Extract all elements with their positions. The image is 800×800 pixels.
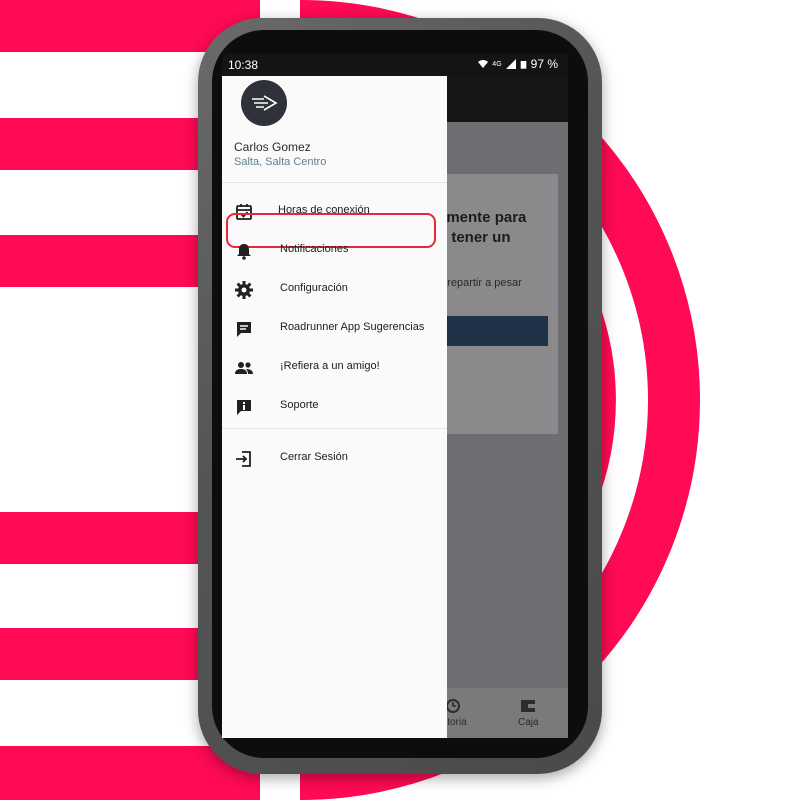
menu-item-refiera-amigo[interactable]: ¡Refiera a un amigo! xyxy=(222,350,447,386)
wallet-icon xyxy=(521,700,536,712)
navigation-drawer: Carlos Gomez Salta, Salta Centro Horas d… xyxy=(222,76,447,738)
menu-item-soporte[interactable]: Soporte xyxy=(222,389,447,425)
nav-label-caja: Caja xyxy=(518,717,539,728)
divider xyxy=(222,182,447,183)
signal-icon xyxy=(505,59,516,69)
roadrunner-logo-icon xyxy=(252,95,278,111)
background-button xyxy=(438,316,548,346)
status-bar: 10:38 4G 97 % xyxy=(222,54,568,76)
battery-icon xyxy=(520,60,526,69)
gear-icon xyxy=(235,281,253,299)
info-icon xyxy=(237,400,251,415)
phone-screen: 10:38 4G 97 % amente para o tener un a r… xyxy=(222,54,568,738)
logout-icon xyxy=(236,451,251,467)
menu-label: Cerrar Sesión xyxy=(280,451,348,463)
background-headline: amente para o tener un xyxy=(438,208,568,248)
feedback-icon xyxy=(237,322,251,337)
menu-label: Configuración xyxy=(280,282,348,294)
menu-label: ¡Refiera a un amigo! xyxy=(280,360,380,372)
menu-item-sugerencias[interactable]: Roadrunner App Sugerencias xyxy=(222,311,447,347)
avatar[interactable] xyxy=(241,80,287,126)
menu-item-notificaciones[interactable]: Notificaciones xyxy=(222,233,447,269)
wifi-icon xyxy=(478,60,489,68)
history-icon xyxy=(446,699,461,713)
people-icon xyxy=(235,362,253,374)
menu-label: Notificaciones xyxy=(280,243,349,255)
background-subtext: a repartir a pesar xyxy=(438,277,522,289)
profile-name: Carlos Gomez xyxy=(234,140,311,154)
profile-location: Salta, Salta Centro xyxy=(234,156,327,168)
background-headline-line1: amente para xyxy=(438,209,527,226)
battery-level: 97 % xyxy=(530,57,558,71)
network-type: 4G xyxy=(492,60,502,68)
background-headline-line2: o tener un xyxy=(438,229,511,246)
nav-item-caja[interactable]: Caja xyxy=(518,698,539,728)
bell-icon xyxy=(237,244,251,260)
menu-label: Roadrunner App Sugerencias xyxy=(280,321,425,333)
menu-label: Soporte xyxy=(280,399,319,411)
menu-item-cerrar-sesion[interactable]: Cerrar Sesión xyxy=(222,441,447,477)
menu-item-configuracion[interactable]: Configuración xyxy=(222,272,447,308)
divider xyxy=(222,428,447,429)
status-time: 10:38 xyxy=(228,58,259,72)
